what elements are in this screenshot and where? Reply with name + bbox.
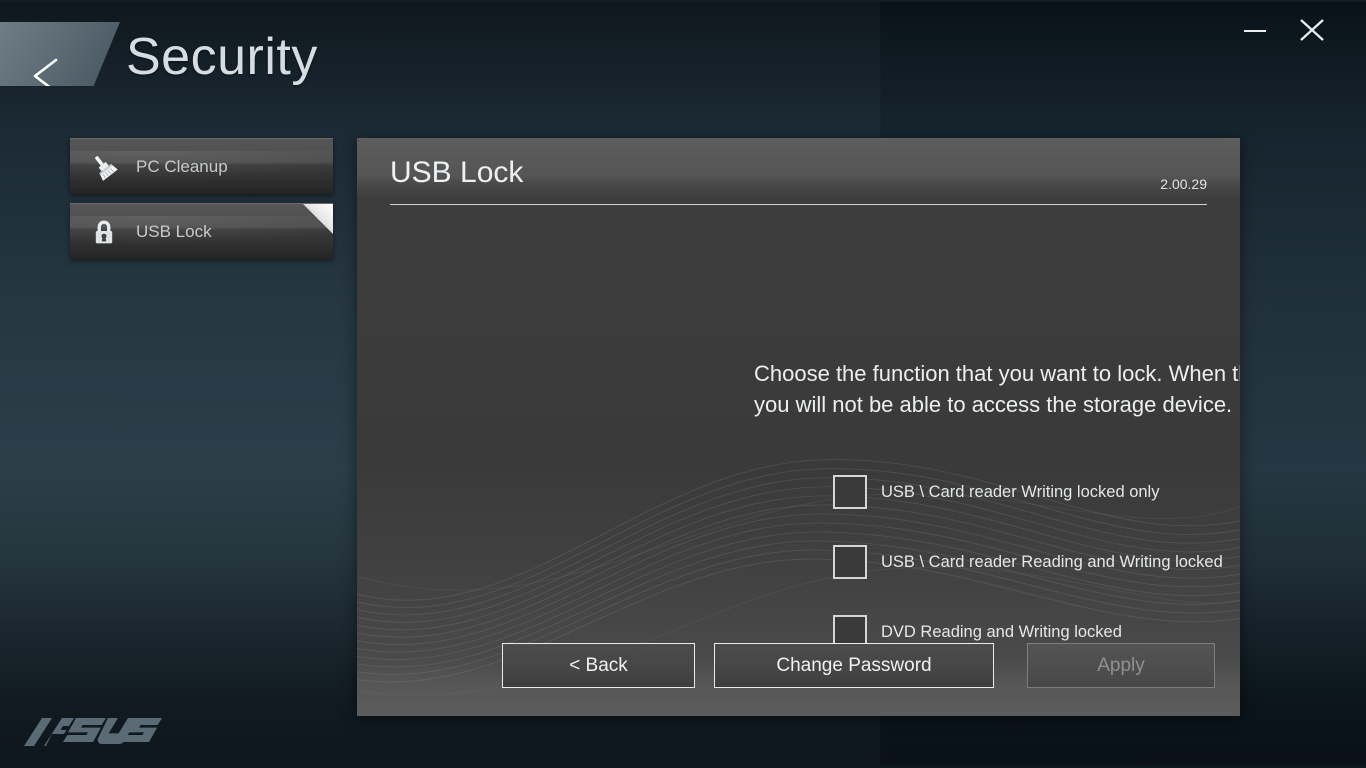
sidebar-navigation: PC Cleanup USB Lock: [70, 138, 333, 268]
title-bar: Security: [0, 0, 1366, 110]
checkbox-usb-write[interactable]: [833, 475, 867, 509]
minimize-icon: [1244, 30, 1266, 32]
apply-button: Apply: [1027, 643, 1215, 688]
change-password-button[interactable]: Change Password: [714, 643, 994, 688]
checkbox-row-usb-read-write[interactable]: USB \ Card reader Reading and Writing lo…: [833, 545, 1240, 580]
content-panel: USB Lock 2.00.29 Choose the function tha…: [357, 138, 1240, 716]
close-button[interactable]: [1290, 8, 1334, 50]
checkbox-usb-read-write[interactable]: [833, 545, 867, 579]
version-label: 2.00.29: [1160, 176, 1207, 192]
header-divider: [390, 204, 1207, 205]
back-button[interactable]: < Back: [502, 643, 695, 688]
checkbox-label: USB \ Card reader Reading and Writing lo…: [881, 553, 1223, 571]
panel-header: USB Lock 2.00.29: [390, 156, 1207, 214]
sidebar-item-label: USB Lock: [136, 222, 212, 241]
sidebar-item-usb-lock[interactable]: USB Lock: [70, 203, 333, 259]
sidebar-item-pc-cleanup[interactable]: PC Cleanup: [70, 138, 333, 194]
asus-logo: [24, 718, 162, 746]
padlock-icon: [95, 220, 113, 244]
chevron-left-icon: [33, 58, 58, 86]
close-icon: [1300, 19, 1324, 41]
selected-indicator-corner: [303, 204, 333, 234]
minimize-button[interactable]: [1232, 8, 1276, 50]
brush-icon: [95, 156, 118, 181]
sidebar-item-label: PC Cleanup: [136, 157, 228, 176]
action-button-bar: < Back Change Password Apply: [502, 643, 1215, 688]
panel-title: USB Lock: [390, 156, 524, 189]
page-title: Security: [126, 28, 318, 86]
checkbox-label: USB \ Card reader Writing locked only: [881, 483, 1160, 501]
application-window: Security PC Cleanup USB Lock USB Lock 2.…: [0, 0, 1366, 768]
panel-description: Choose the function that you want to loc…: [754, 361, 1240, 417]
back-navigation-button[interactable]: [0, 22, 120, 86]
checkbox-row-usb-write[interactable]: USB \ Card reader Writing locked only: [833, 475, 1240, 510]
